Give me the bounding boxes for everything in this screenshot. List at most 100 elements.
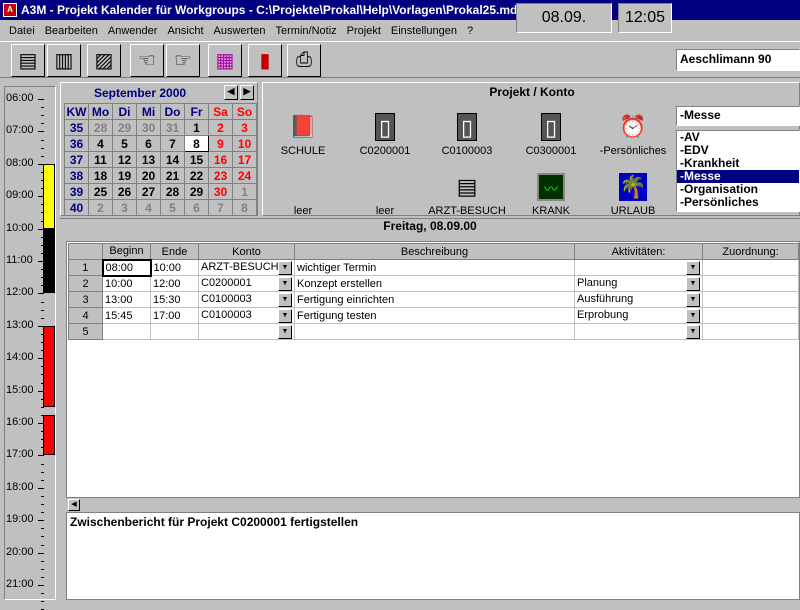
grid-cell[interactable]: 12:00: [150, 275, 199, 292]
grid-column-header[interactable]: Beginn: [102, 243, 151, 260]
menu-item[interactable]: ?: [462, 25, 478, 37]
grid-cell[interactable]: ▼ Planung: [574, 275, 703, 292]
project-item[interactable]: ▤ ARZT-BESUCH: [427, 173, 507, 217]
timeline-appointment-block[interactable]: [43, 163, 55, 229]
grid-cell[interactable]: wichtiger Termin: [294, 259, 575, 276]
calendar-day[interactable]: 4: [136, 199, 161, 216]
dropdown-arrow-icon[interactable]: ▼: [278, 276, 292, 291]
grid-cell[interactable]: 17:00: [150, 307, 199, 324]
dropdown-arrow-icon[interactable]: ▼: [686, 324, 700, 339]
dropdown-arrow-icon[interactable]: ▼: [686, 260, 700, 275]
dropdown-arrow-icon[interactable]: ▼: [686, 276, 700, 291]
calendar-day[interactable]: 2: [208, 119, 233, 136]
category-select[interactable]: -Messe: [676, 106, 800, 126]
grid-column-header[interactable]: Ende: [150, 243, 199, 260]
dropdown-arrow-icon[interactable]: ▼: [278, 260, 292, 275]
dropdown-arrow-icon[interactable]: ▼: [278, 324, 292, 339]
printer-button[interactable]: ⎙: [287, 44, 321, 77]
category-list[interactable]: -AV -EDV -Krankheit -Messe -Organisation -Per…: [676, 130, 800, 212]
menu-item[interactable]: Ansicht: [162, 25, 208, 37]
table-row[interactable]: 2 10:00 12:00 ▼ C0200001 Konzept erstellen ▼ Pl…: [68, 275, 799, 292]
calendar-day[interactable]: 26: [112, 183, 137, 200]
menu-item[interactable]: Termin/Notiz: [271, 25, 342, 37]
note-text[interactable]: Zwischenbericht für Projekt C0200001 fer…: [66, 512, 800, 600]
chart-button[interactable]: ▮: [248, 44, 282, 77]
grid-cell[interactable]: [294, 323, 575, 340]
grid-cell[interactable]: 13:00: [102, 291, 151, 308]
grid-cell[interactable]: ▼: [574, 323, 703, 340]
grid-column-header[interactable]: Zuordnung:: [702, 243, 799, 260]
calendar-day[interactable]: 24: [232, 167, 257, 184]
timeline-appointment-block[interactable]: [43, 228, 55, 294]
calendar-day[interactable]: 3: [232, 119, 257, 136]
calendar-day[interactable]: 27: [136, 183, 161, 200]
grid-cell[interactable]: Fertigung einrichten: [294, 291, 575, 308]
menu-item[interactable]: Bearbeiten: [40, 25, 103, 37]
grid-cell[interactable]: [702, 291, 799, 308]
calendar-day[interactable]: 18: [88, 167, 113, 184]
calendar-day[interactable]: 8: [232, 199, 257, 216]
table-row[interactable]: 5 ▼ ▼: [68, 323, 799, 340]
calendar-day[interactable]: 17: [232, 151, 257, 168]
next-month-button[interactable]: ▶: [240, 85, 254, 100]
project-item[interactable]: 〰 KRANK: [511, 173, 591, 217]
menu-item[interactable]: Anwender: [103, 25, 163, 37]
calendar-day[interactable]: 13: [136, 151, 161, 168]
calendar-day[interactable]: 3: [112, 199, 137, 216]
calendar-day[interactable]: 4: [88, 135, 113, 152]
calendar-day[interactable]: 9: [208, 135, 233, 152]
user-field[interactable]: Aeschlimann 90: [676, 49, 800, 71]
calendar-day[interactable]: 22: [184, 167, 209, 184]
grid-column-header[interactable]: Konto: [198, 243, 295, 260]
app-icon[interactable]: A: [3, 3, 17, 17]
prev-month-button[interactable]: ◀: [224, 85, 238, 100]
grid-cell[interactable]: ▼: [574, 259, 703, 276]
grid-cell[interactable]: ▼ ARZT-BESUCH: [198, 259, 295, 276]
timeline-appointment-block[interactable]: [43, 414, 55, 456]
calendar-day[interactable]: 30: [208, 183, 233, 200]
menu-item[interactable]: Projekt: [342, 25, 386, 37]
table-row[interactable]: 4 15:45 17:00 ▼ C0100003 Fertigung testen ▼ Erp…: [68, 307, 799, 324]
calendar-day[interactable]: 20: [136, 167, 161, 184]
grid-cell[interactable]: ▼ C0100003: [198, 307, 295, 324]
pointing-hand-button[interactable]: ☞: [166, 44, 200, 77]
grid-cross-button[interactable]: ▨: [87, 44, 121, 77]
calendar-day[interactable]: 14: [160, 151, 185, 168]
calendar-day[interactable]: 1: [232, 183, 257, 200]
grid-cell[interactable]: 10:00: [150, 259, 199, 276]
calendar-day[interactable]: 31: [160, 119, 185, 136]
calendar-day[interactable]: 7: [160, 135, 185, 152]
grid-cell[interactable]: [702, 307, 799, 324]
dropdown-arrow-icon[interactable]: ▼: [278, 308, 292, 323]
date-display[interactable]: 08.09.: [516, 3, 612, 33]
calendar-day[interactable]: 12: [112, 151, 137, 168]
time-display[interactable]: 12:05: [618, 3, 672, 33]
table-row[interactable]: 3 13:00 15:30 ▼ C0100003 Fertigung einrichten…: [68, 291, 799, 308]
calendar-day[interactable]: 29: [184, 183, 209, 200]
grid-column-header[interactable]: [68, 243, 103, 260]
grid-cell[interactable]: [702, 323, 799, 340]
grid-cell[interactable]: [102, 323, 151, 340]
calendar-day[interactable]: 8: [184, 135, 209, 152]
grid-cell[interactable]: 08:00: [101, 258, 152, 277]
calendar-day[interactable]: 2: [88, 199, 113, 216]
grid-cell[interactable]: ▼ C0200001: [198, 275, 295, 292]
calendar-day[interactable]: 5: [112, 135, 137, 152]
grid-cell[interactable]: 15:45: [102, 307, 151, 324]
project-item[interactable]: 📕 SCHULE: [263, 113, 343, 157]
calendar-day[interactable]: 25: [88, 183, 113, 200]
calendar-day[interactable]: 10: [232, 135, 257, 152]
day-timeline[interactable]: 06:00 07:00 08:00 09:00 10:00 11:00 12:00 13:00…: [4, 86, 56, 610]
calendar-day[interactable]: 1: [184, 119, 209, 136]
calendar-day[interactable]: 7: [208, 199, 233, 216]
project-item[interactable]: ▯ C0300001: [511, 113, 591, 157]
project-item[interactable]: leer: [345, 173, 425, 217]
calendar-day[interactable]: 28: [88, 119, 113, 136]
grid-cell[interactable]: ▼ Ausführung: [574, 291, 703, 308]
menu-item[interactable]: Datei: [4, 25, 40, 37]
grid-cell[interactable]: [150, 323, 199, 340]
color-grid-button[interactable]: ▦: [208, 44, 242, 77]
grid-cell[interactable]: ▼ Erprobung: [574, 307, 703, 324]
grid-column-header[interactable]: Aktivitäten:: [574, 243, 703, 260]
calendar-day[interactable]: 29: [112, 119, 137, 136]
